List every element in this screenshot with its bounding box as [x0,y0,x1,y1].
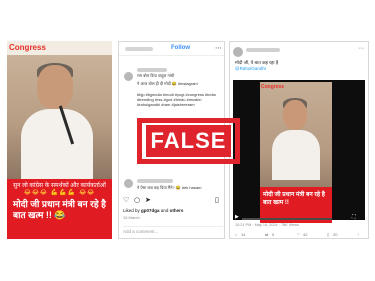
liked-and-label: and [160,208,169,213]
post-date: 15 March [123,215,140,220]
play-icon[interactable]: ▶ [235,214,239,220]
add-comment-input[interactable]: Add a comment... [123,226,223,236]
comment-text: ने ऐसा कब कह दिया मैंने? 😂 #ek hasam [137,185,202,190]
caption-line-2: मोदी जी प्रधान मंत्री बन रहे है बात खत्म… [13,199,106,220]
share-icon[interactable]: ↑ [357,232,359,237]
more-icon[interactable]: ⋯ [215,44,222,52]
caption-emojis: 😂😂😂 💪💪💪 😂😂 [23,189,96,196]
post-meta: 10:21 PM · May 14, 2024 · 78K Views [235,223,299,227]
more-icon[interactable]: ⋯ [358,45,364,52]
blurred-commenter [137,179,173,183]
progress-bar[interactable] [242,218,332,220]
blurred-username [125,47,153,51]
share-icon[interactable]: ➤ [145,196,151,204]
bookmark-count: 20 [333,232,338,237]
brand-logo: Congress [261,84,285,90]
stamp-label: FALSE [146,125,231,157]
heart-icon[interactable]: ♡ [123,196,129,204]
liked-others[interactable]: others [170,208,184,213]
video-still-panel: Congress सुन लो कांग्रेस के समर्थकों और … [7,41,112,239]
avatar [124,72,133,81]
speaker-shirt [21,109,93,179]
liked-by: Liked by gp07dga and others [123,208,223,213]
caption-text: मोदी जी प्रधान मंत्री बन रहे है बात खत्म… [263,192,325,206]
avatar [233,47,243,57]
post-text-2: ने आज बोल ही दी मोदी 😂 #instagram [137,81,198,86]
post-text-1: राम बोल दिया चाहुल गांधी [137,73,175,78]
action-bar: ○ 14 ⇄ 5 ♡ 42 ▯ 20 ↑ [235,232,365,238]
speaker-head [283,100,307,130]
action-bar: ♡ ○ ➤ ▯ [123,196,223,206]
speaker-head [37,65,73,109]
fullscreen-icon[interactable]: ⛶ [352,214,356,220]
like-icon[interactable]: ♡ [297,232,301,237]
retweet-count: 5 [272,232,275,237]
like-count: 42 [303,232,308,237]
comment-icon[interactable]: ○ [134,196,140,204]
twitter-post-panel: ⋯ मोदी जी, ये बात कह रहा है @RahulGandhi… [229,41,369,239]
brand-logo: Congress [9,43,46,52]
blurred-username [246,48,280,52]
caption-line-1: सुन लो कांग्रेस के समर्थकों और कार्यकर्त… [13,183,106,189]
bookmark-icon[interactable]: ▯ [215,196,219,204]
liked-user[interactable]: gp07dga [141,208,160,213]
false-stamp: FALSE [137,118,240,164]
follow-button[interactable]: Follow [171,45,190,51]
reply-icon[interactable]: ○ [235,232,237,237]
speaker-shirt [272,130,320,180]
mention-handle[interactable]: @RahulGandhi [235,66,266,71]
liked-by-label: Liked by [123,208,140,213]
retweet-icon[interactable]: ⇄ [265,232,268,237]
hashtags: #bjp #bjpindia #modi #yogi #congress #in… [137,92,216,107]
bookmark-icon[interactable]: ▯ [327,232,329,237]
blurred-username [137,68,167,72]
comment-avatar [124,179,133,188]
reply-count: 14 [241,232,246,237]
